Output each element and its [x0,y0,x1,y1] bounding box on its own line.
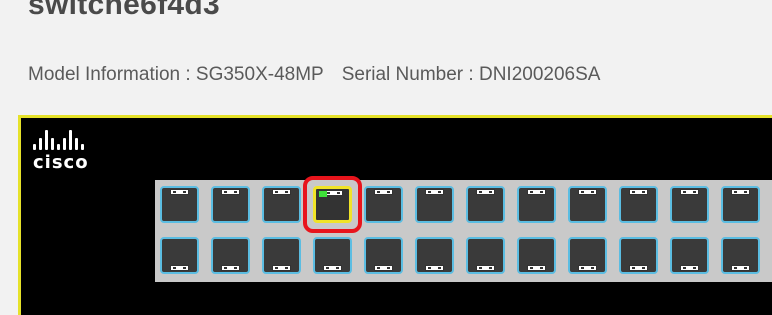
port[interactable] [262,186,301,223]
port[interactable] [670,237,709,274]
port[interactable] [160,237,199,274]
port-latch-icon [221,189,240,195]
port-latch-icon [629,189,648,195]
port-grid [155,180,772,282]
model-information: Model Information : SG350X-48MP [28,64,324,85]
port-latch-icon [578,265,597,271]
port[interactable] [517,186,556,223]
link-led-icon [319,191,327,197]
port[interactable] [466,186,505,223]
port-latch-icon [629,265,648,271]
port-latch-icon [578,189,597,195]
switch-front-panel: cisco [18,115,772,315]
port-latch-icon [527,265,546,271]
port-latch-icon [323,265,342,271]
page-title: switche6f4d3 [28,0,221,21]
port[interactable] [466,237,505,274]
port-latch-icon [272,189,291,195]
cisco-logo-text: cisco [33,152,89,173]
port[interactable] [262,237,301,274]
port[interactable] [415,237,454,274]
port-latch-icon [425,189,444,195]
switch-page: switche6f4d3 Model Information : SG350X-… [0,0,772,315]
device-info-line: Model Information : SG350X-48MP Serial Nu… [28,64,600,86]
port[interactable] [364,237,403,274]
port-latch-icon [374,189,393,195]
port-latch-icon [731,189,750,195]
port-latch-icon [221,265,240,271]
port-selected[interactable] [313,186,352,223]
port[interactable] [619,186,658,223]
cisco-logo: cisco [33,130,113,176]
port-latch-icon [680,265,699,271]
port-latch-icon [476,265,495,271]
port[interactable] [517,237,556,274]
port-latch-icon [425,265,444,271]
port-latch-icon [476,189,495,195]
port[interactable] [670,186,709,223]
cisco-logo-bars-icon [33,130,113,150]
port[interactable] [211,237,250,274]
port-latch-icon [731,265,750,271]
port[interactable] [415,186,454,223]
port-latch-icon [170,189,189,195]
port-latch-icon [527,189,546,195]
port[interactable] [160,186,199,223]
port-latch-icon [272,265,291,271]
port-latch-icon [374,265,393,271]
port[interactable] [211,186,250,223]
port-latch-icon [170,265,189,271]
port[interactable] [313,237,352,274]
port[interactable] [619,237,658,274]
port[interactable] [568,237,607,274]
port[interactable] [568,186,607,223]
serial-number: Serial Number : DNI200206SA [341,64,601,85]
port[interactable] [721,237,760,274]
port[interactable] [364,186,403,223]
port[interactable] [721,186,760,223]
port-latch-icon [680,189,699,195]
